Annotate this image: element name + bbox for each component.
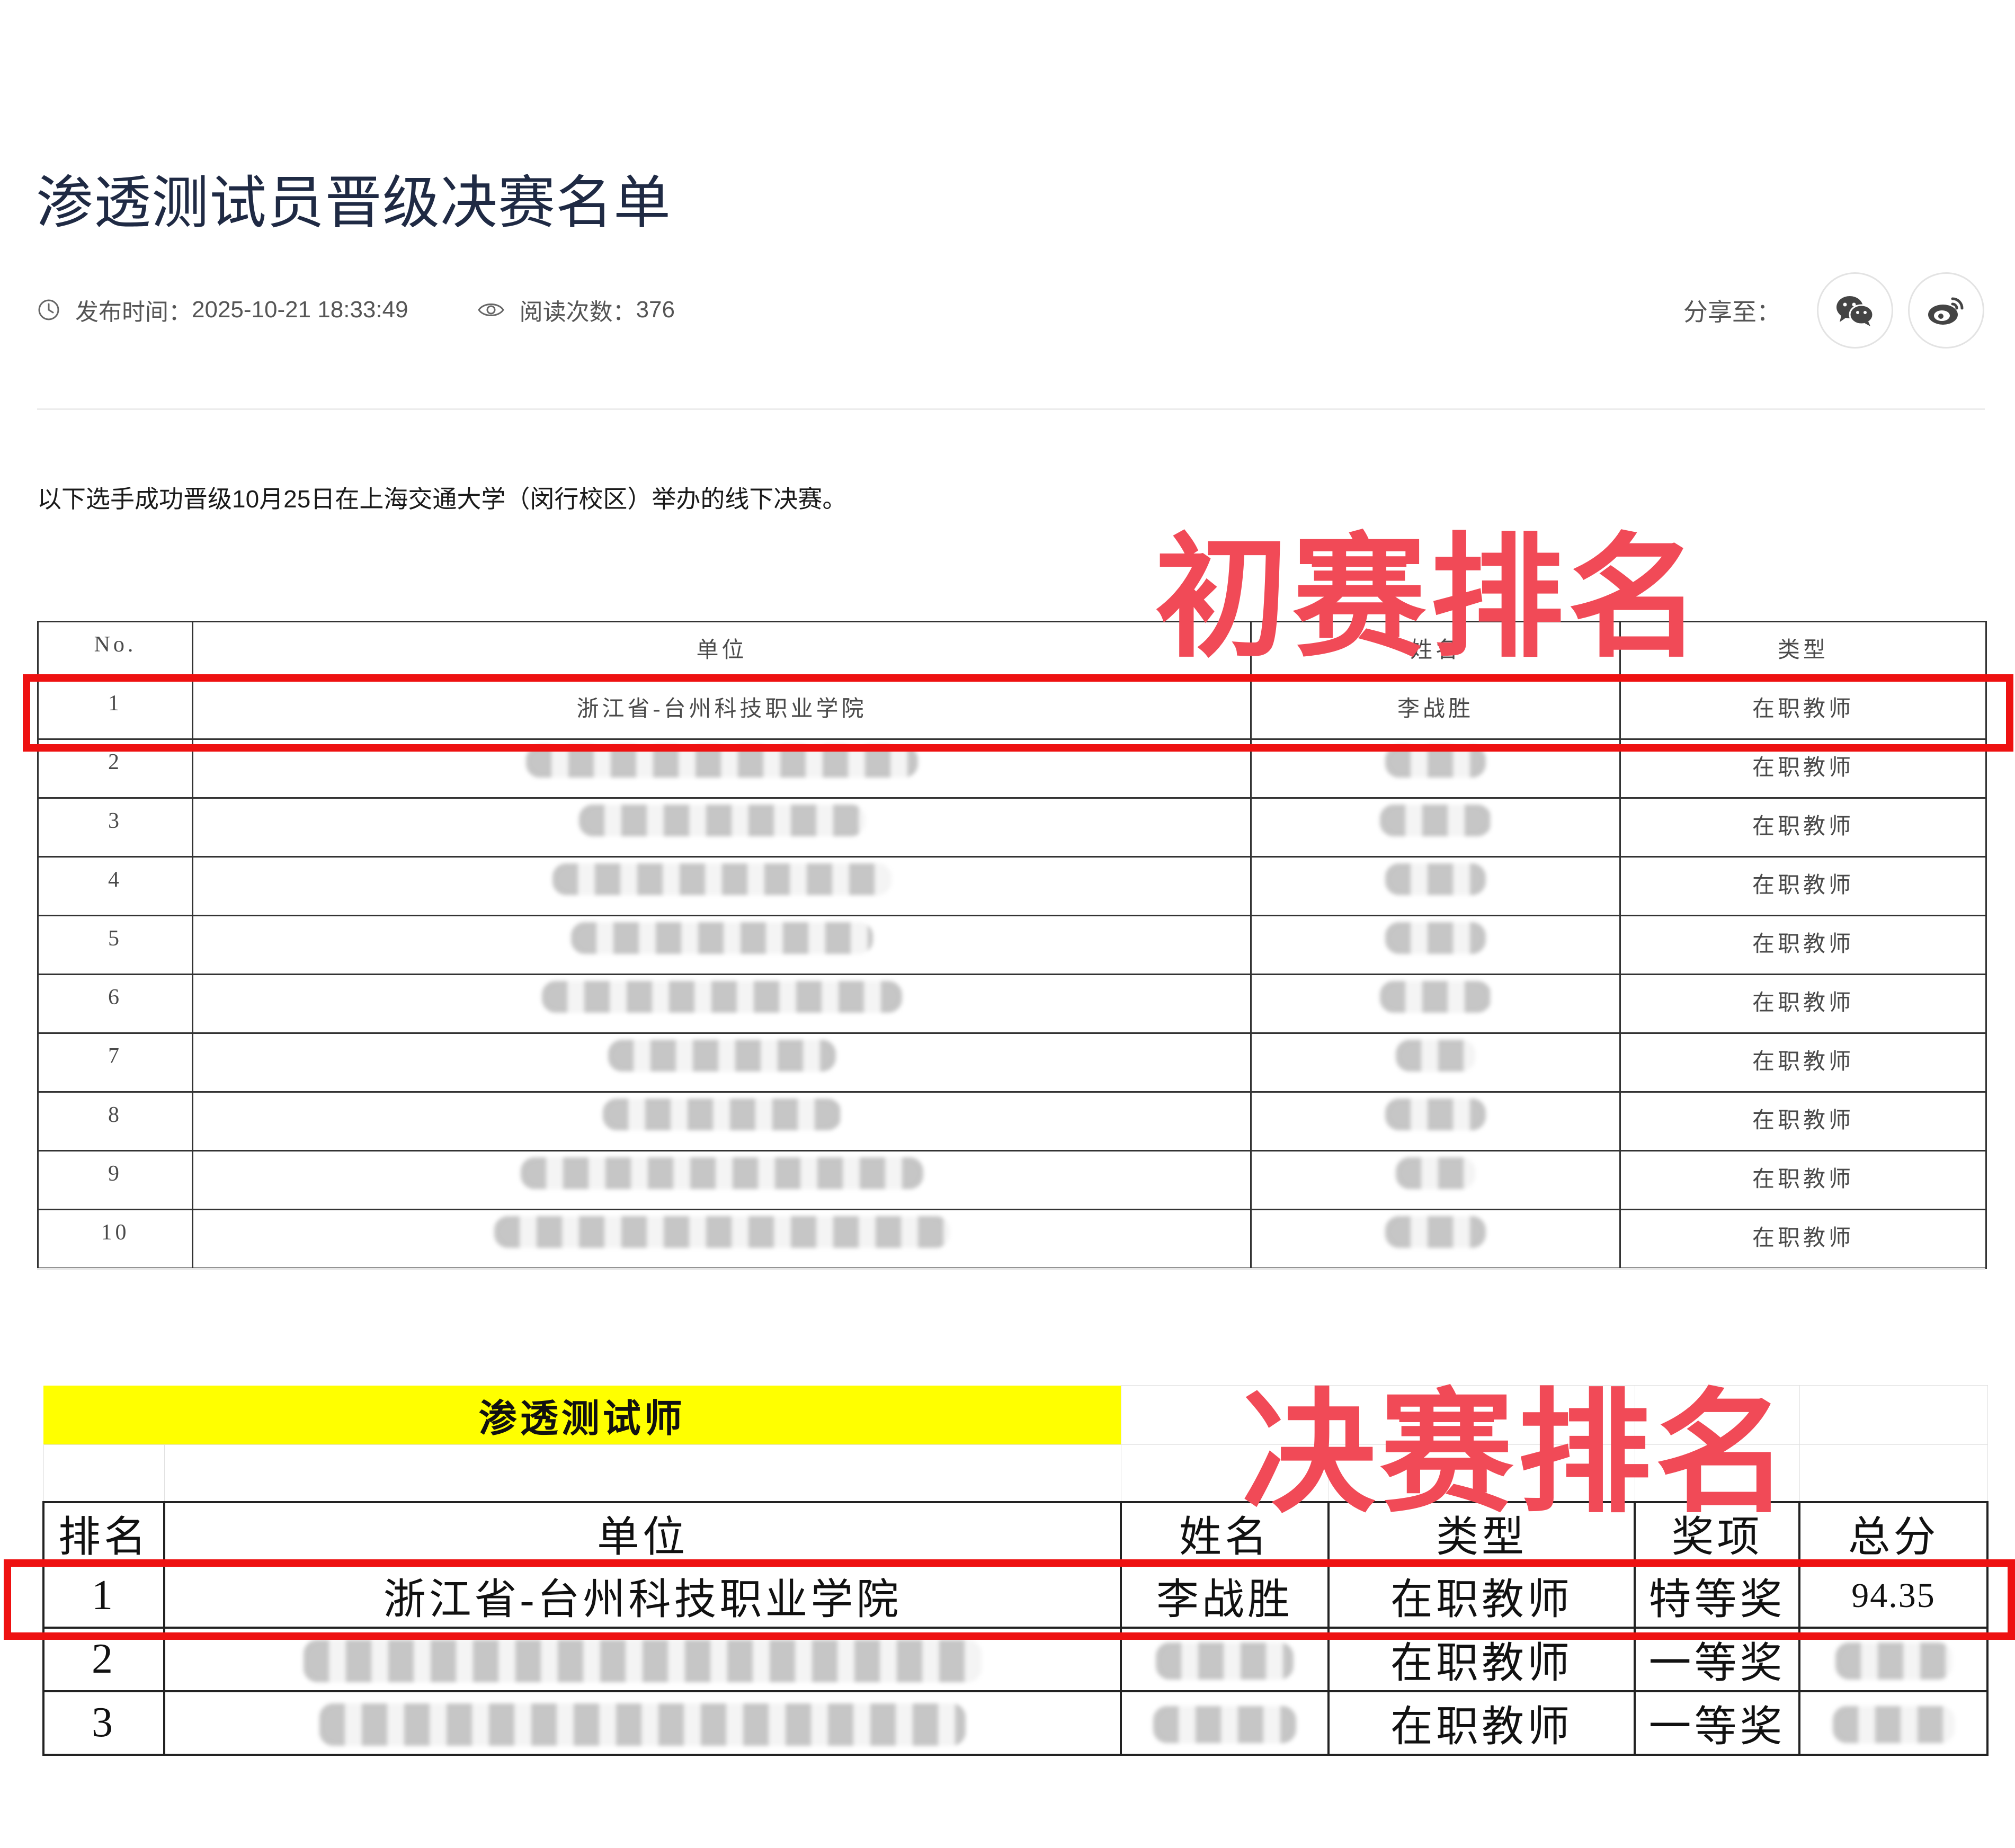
empty-cell [164, 1444, 1121, 1502]
table-row: 7 在职教师 [37, 1032, 1987, 1093]
empty-cell [1799, 1444, 1988, 1502]
preliminary-table-crop: No. 单位 姓名 类型 1 浙江省-台州科技职业学院 李战胜 在职教师 2 在… [0, 0, 2015, 1270]
redacted-text [1385, 1099, 1486, 1131]
redacted-text [570, 922, 873, 954]
redacted-text [1380, 981, 1491, 1013]
cell-unit-redacted [192, 1091, 1252, 1151]
cell-name-redacted [1250, 1209, 1621, 1269]
header-score: 总分 [1798, 1501, 1989, 1565]
highlight-box-preliminary [23, 674, 2013, 752]
cell-type: 在职教师 [1619, 856, 1987, 916]
table-row: 6 在职教师 [37, 974, 1987, 1034]
redacted-text [608, 1040, 836, 1072]
redacted-text [602, 1099, 841, 1131]
cell-no: 9 [37, 1150, 193, 1210]
cell-unit-redacted [192, 974, 1252, 1034]
header-unit: 单位 [192, 621, 1252, 681]
redacted-text [304, 1639, 982, 1682]
redacted-text [1396, 1157, 1475, 1190]
cell-no: 5 [37, 915, 193, 975]
cell-unit-redacted [192, 856, 1252, 916]
cell-type: 在职教师 [1327, 1690, 1636, 1756]
final-rank-annotation: 决赛排名 [1242, 1376, 1794, 1531]
cell-no: 7 [37, 1032, 193, 1093]
cell-type: 在职教师 [1619, 1209, 1987, 1269]
empty-cell [43, 1444, 165, 1502]
cell-type: 在职教师 [1619, 1091, 1987, 1151]
table-row: 8 在职教师 [37, 1091, 1987, 1151]
cell-name-redacted [1250, 915, 1621, 975]
cell-unit-redacted [192, 915, 1252, 975]
redacted-text [1832, 1706, 1955, 1743]
table-row: 9 在职教师 [37, 1150, 1987, 1210]
table-row: 3 在职教师 [37, 797, 1987, 858]
cell-award: 一等奖 [1634, 1690, 1801, 1756]
highlight-box-final [4, 1559, 2015, 1640]
cell-type: 在职教师 [1619, 797, 1987, 858]
table-title: 渗透测试师 [43, 1385, 1121, 1445]
header-no: No. [37, 621, 193, 681]
cell-no: 8 [37, 1091, 193, 1151]
redacted-text [1156, 1642, 1294, 1680]
header-rank: 排名 [42, 1501, 165, 1565]
preliminary-rank-annotation: 初赛排名 [1155, 521, 1706, 676]
cell-type: 在职教师 [1619, 1150, 1987, 1210]
redacted-text [1153, 1706, 1297, 1743]
cell-no: 3 [37, 797, 193, 858]
cell-type: 在职教师 [1619, 974, 1987, 1034]
redacted-text [1835, 1642, 1952, 1680]
redacted-text [1380, 805, 1491, 837]
cell-name-redacted [1250, 856, 1621, 916]
redacted-text [578, 805, 865, 837]
cell-unit-redacted [192, 1032, 1252, 1093]
redacted-text [1396, 1040, 1475, 1072]
cell-rank: 3 [42, 1690, 165, 1756]
cell-unit-redacted [192, 1209, 1252, 1269]
redacted-text [552, 863, 891, 896]
cell-name-redacted [1120, 1690, 1330, 1756]
empty-cell [1799, 1385, 1988, 1445]
redacted-text [1385, 922, 1486, 954]
table-row: 5 在职教师 [37, 915, 1987, 975]
redacted-text [520, 1157, 923, 1190]
cell-type: 在职教师 [1619, 1032, 1987, 1093]
cell-name-redacted [1250, 1150, 1621, 1210]
screenshot-crop-edge [37, 1268, 1985, 1270]
cell-score-redacted [1798, 1690, 1989, 1756]
cell-name-redacted [1250, 797, 1621, 858]
cell-no: 10 [37, 1209, 193, 1269]
cell-name-redacted [1250, 1091, 1621, 1151]
cell-type: 在职教师 [1619, 915, 1987, 975]
cell-no: 4 [37, 856, 193, 916]
cell-unit-redacted [192, 797, 1252, 858]
cell-unit-redacted [163, 1690, 1122, 1756]
redacted-text [494, 1216, 950, 1248]
table-row: 3 在职教师 一等奖 [42, 1690, 1989, 1756]
redacted-text [319, 1703, 966, 1746]
redacted-text [1385, 863, 1486, 896]
cell-no: 6 [37, 974, 193, 1034]
redacted-text [1385, 1216, 1486, 1248]
cell-name-redacted [1250, 974, 1621, 1034]
table-row: 10 在职教师 [37, 1209, 1987, 1269]
cell-name-redacted [1250, 1032, 1621, 1093]
table-row: 4 在职教师 [37, 856, 1987, 916]
cell-unit-redacted [192, 1150, 1252, 1210]
header-unit: 单位 [163, 1501, 1122, 1565]
redacted-text [541, 981, 902, 1013]
